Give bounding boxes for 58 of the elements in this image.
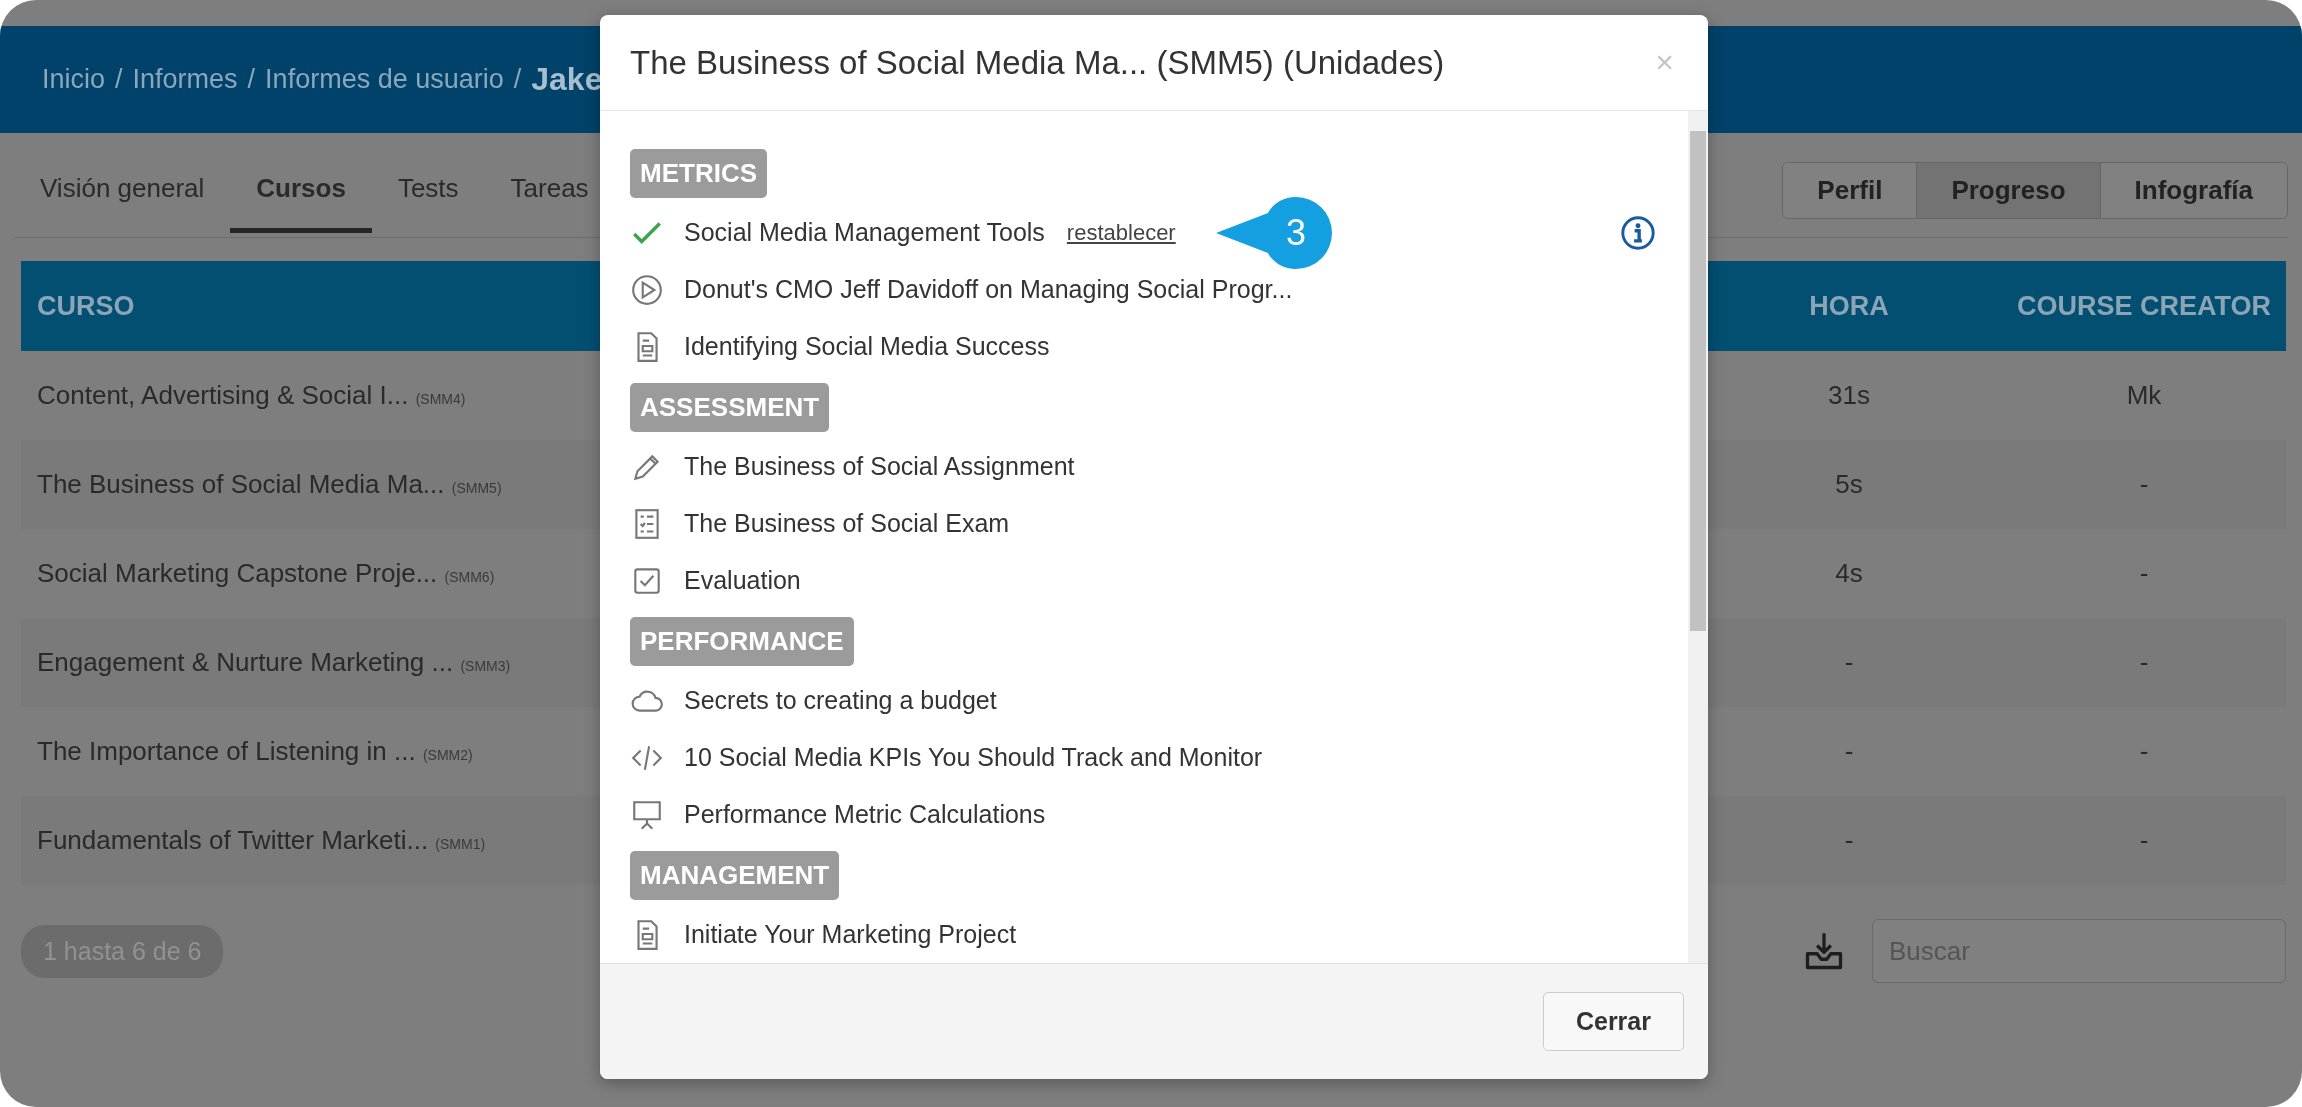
section-tag: ASSESSMENT (630, 383, 830, 432)
breadcrumb-separator: / (115, 64, 123, 95)
unit-title[interactable]: The Business of Social Exam (684, 509, 1010, 538)
section-tag: PERFORMANCE (630, 617, 854, 666)
course-name[interactable]: Social Marketing Capstone Proje... (37, 558, 438, 588)
unit-title[interactable]: Identifying Social Media Success (684, 332, 1050, 361)
course-name[interactable]: The Importance of Listening in ... (37, 736, 416, 766)
unit-title[interactable]: The Business of Social Assignment (684, 452, 1075, 481)
table-cell-text: Mk (2125, 380, 2163, 411)
course-code: (SMM5) (451, 480, 502, 496)
table-cell-text: - (1843, 736, 1855, 767)
table-cell-text: - (2138, 558, 2150, 589)
table-cell-text: 4s (1834, 558, 1864, 589)
column-header[interactable]: COURSE CREATOR (2002, 290, 2286, 322)
course-code: (SMM6) (444, 569, 495, 585)
course-name[interactable]: Engagement & Nurture Marketing ... (37, 647, 454, 677)
course-code: (SMM3) (460, 658, 511, 674)
table-cell-text: 31s (1827, 380, 1871, 411)
section-tag: METRICS (630, 149, 767, 198)
course-name[interactable]: Content, Advertising & Social I... (37, 380, 409, 410)
course-code: (SMM4) (415, 391, 466, 407)
modal-title: The Business of Social Media Ma... (SMM5) (Unidades) (630, 43, 1445, 82)
tab[interactable]: Visión general (14, 165, 231, 233)
tab[interactable]: Tests (371, 165, 485, 233)
course-code: (SMM1) (435, 836, 486, 852)
table-cell-text: - (1843, 647, 1855, 678)
close-dialog-button[interactable]: Cerrar (1542, 992, 1684, 1051)
course-code: (SMM2) (422, 747, 473, 763)
table-cell-text: - (2138, 736, 2150, 767)
step-callout: 3 (1215, 196, 1332, 269)
course-name[interactable]: Fundamentals of Twitter Marketi... (37, 825, 429, 855)
table-cell-text: - (2138, 647, 2150, 678)
breadcrumb-link[interactable]: Inicio (42, 64, 106, 95)
table-cell-text: - (2138, 469, 2150, 500)
reset-link[interactable]: restablecer (1066, 219, 1176, 246)
unit-title[interactable]: Social Media Management Tools (684, 218, 1045, 247)
section-tag: MANAGEMENT (630, 851, 840, 900)
breadcrumb-separator: / (247, 64, 256, 95)
breadcrumb-separator: / (513, 64, 522, 95)
unit-title[interactable]: Donut's CMO Jeff Davidoff on Managing Social Progr... (684, 275, 1293, 304)
view-button[interactable]: Progreso (1916, 163, 2100, 218)
table-cell-text: - (1843, 825, 1855, 856)
table-cell-text: - (2138, 825, 2150, 856)
view-button[interactable]: Infografía (2099, 163, 2287, 218)
scrollbar[interactable] (1688, 111, 1708, 963)
unit-title[interactable]: Performance Metric Calculations (684, 800, 1046, 829)
breadcrumb-link[interactable]: Informes de usuario (265, 64, 504, 95)
info-icon[interactable] (1620, 214, 1656, 251)
table-cell-text: 5s (1834, 469, 1864, 500)
unit-title[interactable]: 10 Social Media KPIs You Should Track and Monitor (684, 743, 1263, 772)
unit-title[interactable]: Evaluation (684, 566, 801, 595)
tab[interactable]: Cursos (230, 165, 372, 233)
unit-title[interactable]: Secrets to creating a budget (684, 686, 997, 715)
breadcrumb-link[interactable]: Informes (132, 64, 238, 95)
course-name[interactable]: The Business of Social Media Ma... (37, 469, 445, 499)
unit-title[interactable]: Initiate Your Marketing Project (684, 920, 1017, 949)
play-icon (630, 272, 664, 307)
breadcrumb-current: Jake (531, 61, 603, 98)
